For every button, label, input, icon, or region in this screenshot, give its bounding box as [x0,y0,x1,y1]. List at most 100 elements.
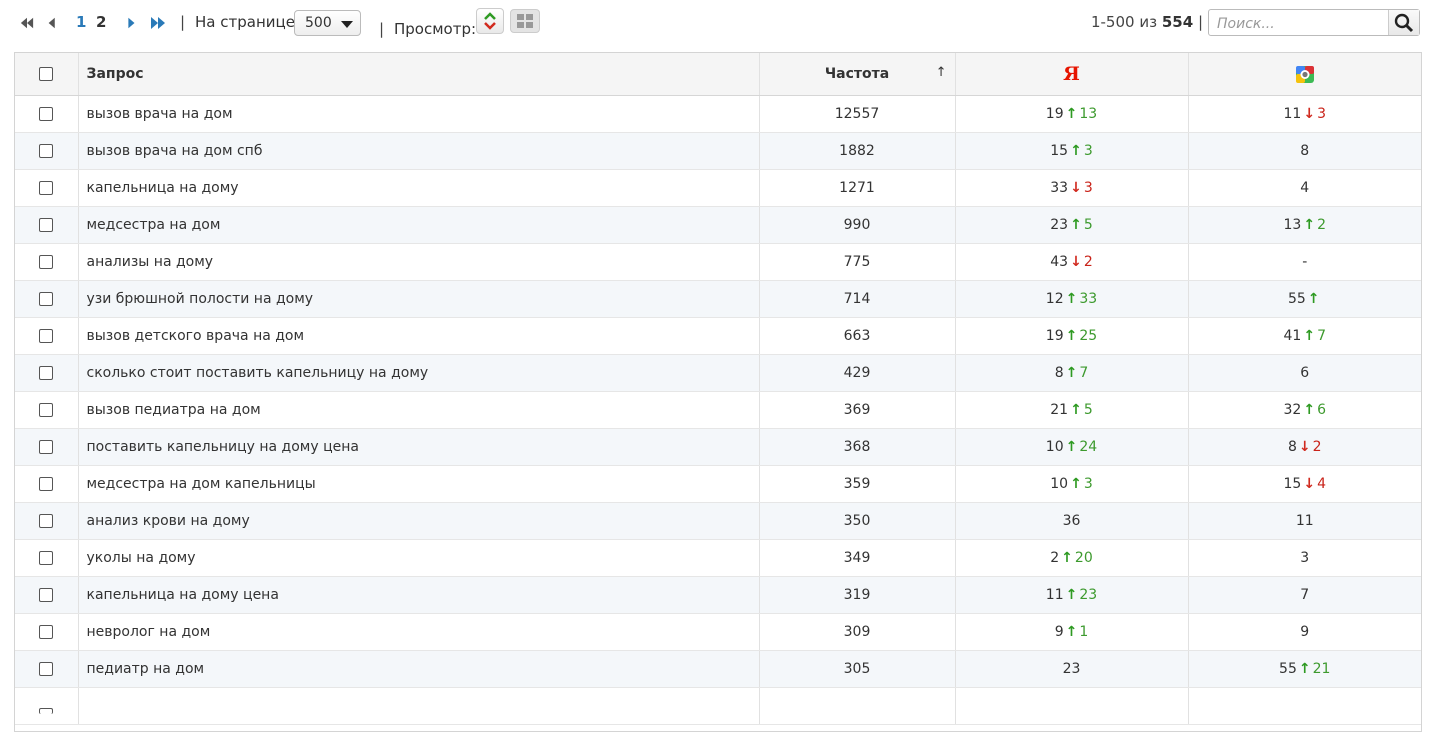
google-cell: 8 ↓ 2 [1188,428,1421,466]
table-row[interactable]: капельница на дому цена 319 11 ↑ 23 7 [15,576,1421,614]
query-cell[interactable]: медсестра на дом капельницы [78,465,760,503]
row-select-cell [15,95,79,133]
row-checkbox[interactable] [39,439,54,454]
table-row[interactable]: вызов врача на дом 12557 19 ↑ 13 11 ↓ 3 [15,95,1421,133]
arrow-up-icon: ↑ [1065,438,1078,455]
row-checkbox[interactable] [39,143,54,158]
query-cell[interactable]: уколы на дому [78,539,760,577]
position-delta: 1 [1079,623,1089,640]
row-checkbox[interactable] [39,587,54,602]
next-page-icon[interactable] [124,16,138,30]
row-checkbox[interactable] [39,217,54,232]
page-link-1[interactable]: 1 [76,13,86,31]
search-input[interactable] [1215,12,1389,35]
header-yandex[interactable]: Я [955,53,1189,96]
header-google[interactable] [1188,53,1421,96]
row-select-cell [15,206,79,244]
row-checkbox[interactable] [39,291,54,306]
table-row[interactable]: узи брюшной полости на дому 714 12 ↑ 33 55 ↑ [15,280,1421,318]
position-delta: 5 [1083,216,1093,233]
table-row[interactable]: медсестра на дом 990 23 ↑ 5 13 ↑ 2 [15,206,1421,244]
view-grid-button[interactable] [510,9,540,33]
query-cell[interactable] [78,687,760,725]
yandex-position: 33 ↓ 3 [1050,180,1092,196]
row-checkbox[interactable] [39,254,54,269]
query-cell[interactable]: невролог на дом [78,613,760,651]
row-checkbox[interactable] [39,106,54,121]
row-checkbox[interactable] [39,513,54,528]
table-row[interactable]: медсестра на дом капельницы 359 10 ↑ 3 15 ↓ 4 [15,465,1421,503]
row-select-cell [15,280,79,318]
query-cell[interactable]: вызов врача на дом [78,95,760,133]
prev-page-icon[interactable] [46,16,60,30]
keywords-table: Запрос Частота ↑ Я вызов врача на дом 12… [15,53,1421,725]
row-checkbox[interactable] [39,550,54,565]
page-link-2[interactable]: 2 [96,13,106,31]
header-frequency[interactable]: Частота ↑ [759,53,956,96]
query-cell[interactable]: анализы на дому [78,243,760,281]
per-page-select[interactable]: 500 [294,10,361,36]
table-row[interactable]: вызов детского врача на дом 663 19 ↑ 25 41 ↑ 7 [15,317,1421,355]
arrow-down-icon: ↓ [1298,438,1311,455]
table-row[interactable]: поставить капельницу на дому цена 368 10 ↑ 2… [15,428,1421,466]
yandex-position: 9 ↑ 1 [1055,624,1089,640]
query-cell[interactable]: капельница на дому цена [78,576,760,614]
query-cell[interactable]: вызов педиатра на дом [78,391,760,429]
google-cell: 7 [1188,576,1421,614]
table-row[interactable]: вызов педиатра на дом 369 21 ↑ 5 32 ↑ 6 [15,391,1421,429]
row-checkbox[interactable] [39,476,54,491]
query-cell[interactable]: вызов детского врача на дом [78,317,760,355]
position-delta: 2 [1317,216,1326,233]
search-button[interactable] [1388,10,1419,35]
arrow-up-icon: ↑ [1065,586,1078,603]
position-delta: 23 [1079,586,1098,603]
select-all-checkbox[interactable] [39,66,54,81]
table-body: вызов врача на дом 12557 19 ↑ 13 11 ↓ 3 вызов вр… [15,95,1421,725]
query-cell[interactable]: анализ крови на дому [78,502,760,540]
row-checkbox[interactable] [39,180,54,195]
table-row[interactable]: педиатр на дом 305 23 55 ↑ 21 [15,650,1421,688]
frequency-cell: 309 [759,613,956,651]
position-value: 13 [1283,216,1302,233]
header-query[interactable]: Запрос [78,53,760,96]
google-cell: 15 ↓ 4 [1188,465,1421,503]
row-checkbox[interactable] [39,624,54,639]
yandex-cell: 2 ↑ 20 [955,539,1189,577]
table-row[interactable]: вызов врача на дом спб 1882 15 ↑ 3 8 [15,132,1421,170]
last-page-icon[interactable] [149,16,167,30]
yandex-cell: 21 ↑ 5 [955,391,1189,429]
yandex-cell: 10 ↑ 3 [955,465,1189,503]
query-cell[interactable]: вызов врача на дом спб [78,132,760,170]
table-row[interactable]: уколы на дому 349 2 ↑ 20 3 [15,539,1421,577]
results-range: 1-500 из [1090,13,1158,31]
table-row[interactable]: капельница на дому 1271 33 ↓ 3 4 [15,169,1421,207]
row-checkbox[interactable] [39,707,54,714]
query-cell[interactable]: поставить капельницу на дому цена [78,428,760,466]
first-page-icon[interactable] [20,16,34,30]
position-delta: 3 [1083,475,1093,492]
row-checkbox[interactable] [39,661,54,676]
yandex-cell: 10 ↑ 24 [955,428,1189,466]
google-cell: 41 ↑ 7 [1188,317,1421,355]
view-positions-button[interactable] [476,8,504,34]
row-checkbox[interactable] [39,328,54,343]
yandex-cell: 11 ↑ 23 [955,576,1189,614]
row-select-cell [15,650,79,688]
query-cell[interactable]: капельница на дому [78,169,760,207]
table-row[interactable] [15,687,1421,725]
query-cell[interactable]: медсестра на дом [78,206,760,244]
table-row[interactable]: сколько стоит поставить капельницу на до… [15,354,1421,392]
position-delta: 21 [1312,660,1331,677]
table-row[interactable]: анализы на дому 775 43 ↓ 2 - [15,243,1421,281]
row-checkbox[interactable] [39,365,54,380]
row-checkbox[interactable] [39,402,54,417]
query-cell[interactable]: сколько стоит поставить капельницу на до… [78,354,760,392]
table-row[interactable]: анализ крови на дому 350 36 11 [15,502,1421,540]
frequency-cell: 349 [759,539,956,577]
sort-asc-icon[interactable]: ↑ [936,65,947,80]
google-cell: - [1188,243,1421,281]
query-cell[interactable]: педиатр на дом [78,650,760,688]
table-row[interactable]: невролог на дом 309 9 ↑ 1 9 [15,613,1421,651]
query-cell[interactable]: узи брюшной полости на дому [78,280,760,318]
position-value: 41 [1283,327,1302,344]
